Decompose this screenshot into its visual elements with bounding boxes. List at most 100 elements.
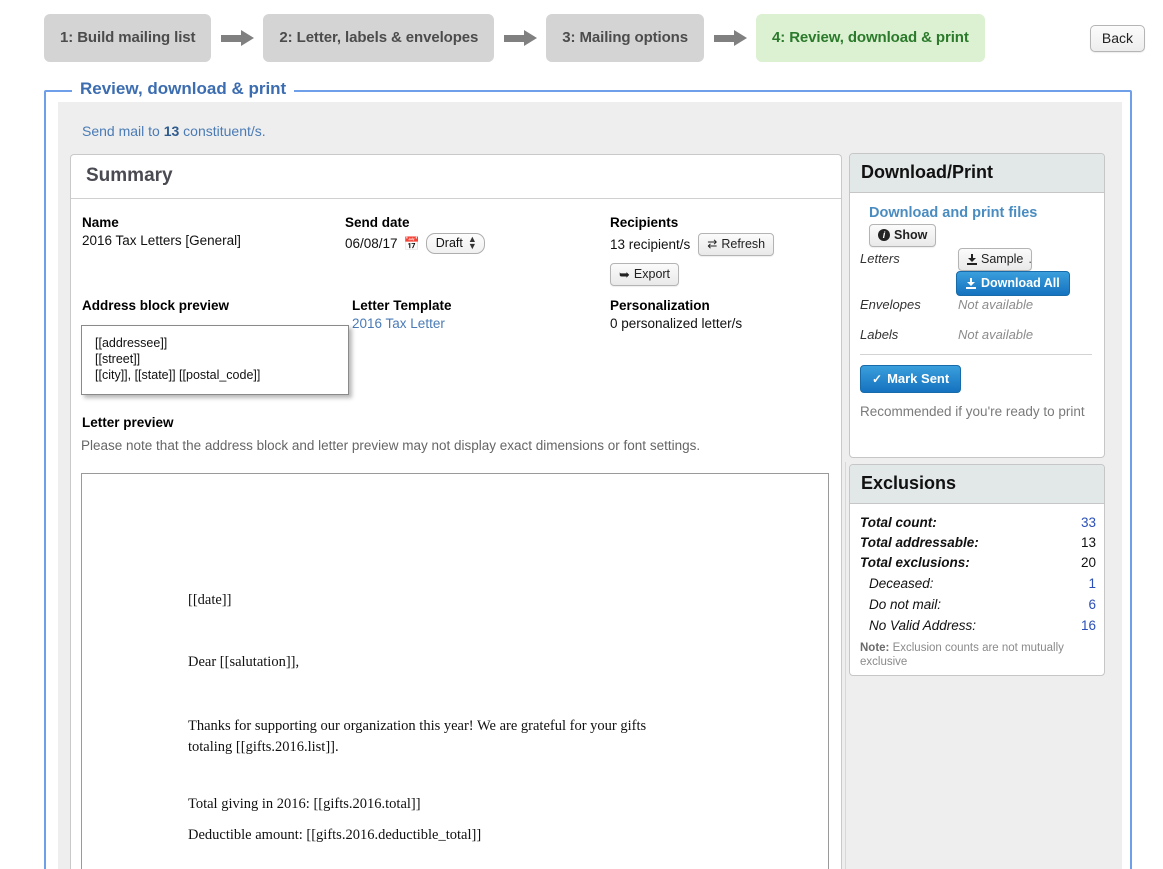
exclusions-note-text: Exclusion counts are not mutually exclus… [860,642,1064,668]
page-title: Review, download & print [72,79,294,99]
address-line-3: [[city]], [[state]] [[postal_code]] [95,367,348,383]
address-block-label: Address block preview [82,298,229,313]
personalization-value: 0 personalized letter/s [610,316,742,331]
send-mail-prefix: Send mail to [82,123,164,139]
letter-preview-box: [[date]] Dear [[salutation]], Thanks for… [81,473,829,869]
wizard-step-3[interactable]: 3: Mailing options [546,14,704,62]
wizard-steps: 1: Build mailing list 2: Letter, labels … [44,14,985,62]
letter-template-link[interactable]: 2016 Tax Letter [352,316,445,331]
check-icon: ✓ [872,373,882,385]
exclusion-row: Total count: 33 [860,515,1096,530]
download-print-header: Download/Print [850,154,1104,193]
mark-sent-button[interactable]: ✓ Mark Sent [860,365,961,393]
back-button[interactable]: Back [1090,25,1145,52]
show-button[interactable]: i Show [869,224,936,247]
wizard-step-1[interactable]: 1: Build mailing list [44,14,211,62]
arrow-right-icon-2 [494,14,546,62]
status-select-value: Draft [436,236,463,250]
wizard-steps-bar: 1: Build mailing list 2: Letter, labels … [0,0,1163,78]
name-value: 2016 Tax Letters [General] [82,233,241,248]
letter-deductible: Deductible amount: [[gifts.2016.deductib… [188,827,481,844]
name-label: Name [82,215,241,230]
recipients-label: Recipients [610,215,774,230]
exclusion-row: Deceased: 1 [860,576,1096,591]
recipients-row: 13 recipient/s ⇄ Refresh [610,233,774,256]
summary-name-field: Name 2016 Tax Letters [General] [82,215,241,248]
letters-row-label: Letters [860,251,900,266]
exclusions-header: Exclusions [850,465,1104,504]
envelopes-row-value: Not available [958,297,1033,312]
exclusion-label: Total exclusions: [860,555,970,570]
download-all-button[interactable]: Download All [956,271,1070,296]
letter-salutation: Dear [[salutation]], [188,654,299,671]
refresh-button[interactable]: ⇄ Refresh [698,233,774,256]
calendar-icon[interactable]: 📅 [404,237,420,250]
exclusion-value[interactable]: 6 [1088,597,1096,612]
exclusion-label: Total addressable: [860,535,979,550]
download-and-print-files-link[interactable]: Download and print files [869,205,1037,221]
address-line-2: [[street]] [95,351,348,367]
exclusions-note: Note: Exclusion counts are not mutually … [860,641,1088,669]
letter-preview-note: Please note that the address block and l… [81,438,700,453]
status-select[interactable]: Draft ▲▼ [426,233,485,254]
exclusion-value: 20 [1081,555,1096,570]
exclusion-label: Deceased: [869,576,934,591]
send-mail-summary: Send mail to 13 constituent/s. [82,123,266,139]
send-mail-suffix: constituent/s. [179,123,265,139]
exclusion-value: 13 [1081,535,1096,550]
exclusion-row: No Valid Address: 16 [860,618,1096,633]
info-icon: i [878,229,890,241]
exclusions-title: Exclusions [861,473,956,494]
divider [860,354,1092,355]
exclusion-label: Total count: [860,515,937,530]
send-date-label: Send date [345,215,485,230]
wizard-step-4[interactable]: 4: Review, download & print [756,14,985,62]
app-page: 1: Build mailing list 2: Letter, labels … [0,0,1163,869]
letter-preview-label-wrap: Letter preview [82,415,174,430]
download-print-title: Download/Print [861,162,993,183]
refresh-icon: ⇄ [707,238,717,250]
address-block-label-wrap: Address block preview [82,298,229,313]
summary-title: Summary [86,165,173,187]
send-mail-count: 13 [164,123,180,139]
exclusion-value[interactable]: 1 [1088,576,1096,591]
exclusion-row: Total addressable: 13 [860,535,1096,550]
sample-button[interactable]: Sample [958,248,1032,271]
letter-template-field: Letter Template 2016 Tax Letter [352,298,452,333]
exclusion-value[interactable]: 33 [1081,515,1096,530]
download-icon [966,278,976,289]
letter-paragraph: Thanks for supporting our organization t… [188,716,648,758]
address-line-1: [[addressee]] [95,335,348,351]
exclusion-value[interactable]: 16 [1081,618,1096,633]
panel-divider [845,462,846,869]
summary-header: Summary [71,155,841,199]
arrow-right-icon-3 [704,14,756,62]
exclusions-note-label: Note: [860,642,889,654]
labels-row-value: Not available [958,327,1033,342]
personalization-field: Personalization 0 personalized letter/s [610,298,742,331]
wizard-step-2[interactable]: 2: Letter, labels & envelopes [263,14,494,62]
mark-sent-label: Mark Sent [887,371,949,386]
exclusion-label: No Valid Address: [869,618,976,633]
exclusion-row: Total exclusions: 20 [860,555,1096,570]
download-print-panel: Download/Print Download and print files … [849,153,1105,458]
exclusion-row: Do not mail: 6 [860,597,1096,612]
letter-template-label: Letter Template [352,298,452,313]
exclusion-label: Do not mail: [869,597,941,612]
letter-date: [[date]] [188,592,231,609]
send-date-row: 06/08/17 📅 Draft ▲▼ [345,233,485,254]
show-label: Show [894,228,927,242]
export-label: Export [634,267,670,281]
download-all-label: Download All [981,276,1060,290]
exclusions-panel: Exclusions Total count: 33 Total address… [849,464,1105,676]
export-row: ➥ Export [610,263,774,286]
chevron-updown-icon: ▲▼ [468,236,477,250]
send-date-value: 06/08/17 [345,236,398,251]
envelopes-row-label: Envelopes [860,297,921,312]
export-icon: ➥ [619,268,630,281]
sample-separator: · [1028,254,1032,269]
letter-total-giving: Total giving in 2016: [[gifts.2016.total… [188,796,421,813]
summary-send-date-field: Send date 06/08/17 📅 Draft ▲▼ [345,215,485,254]
sample-label: Sample [981,252,1023,266]
export-button[interactable]: ➥ Export [610,263,679,286]
